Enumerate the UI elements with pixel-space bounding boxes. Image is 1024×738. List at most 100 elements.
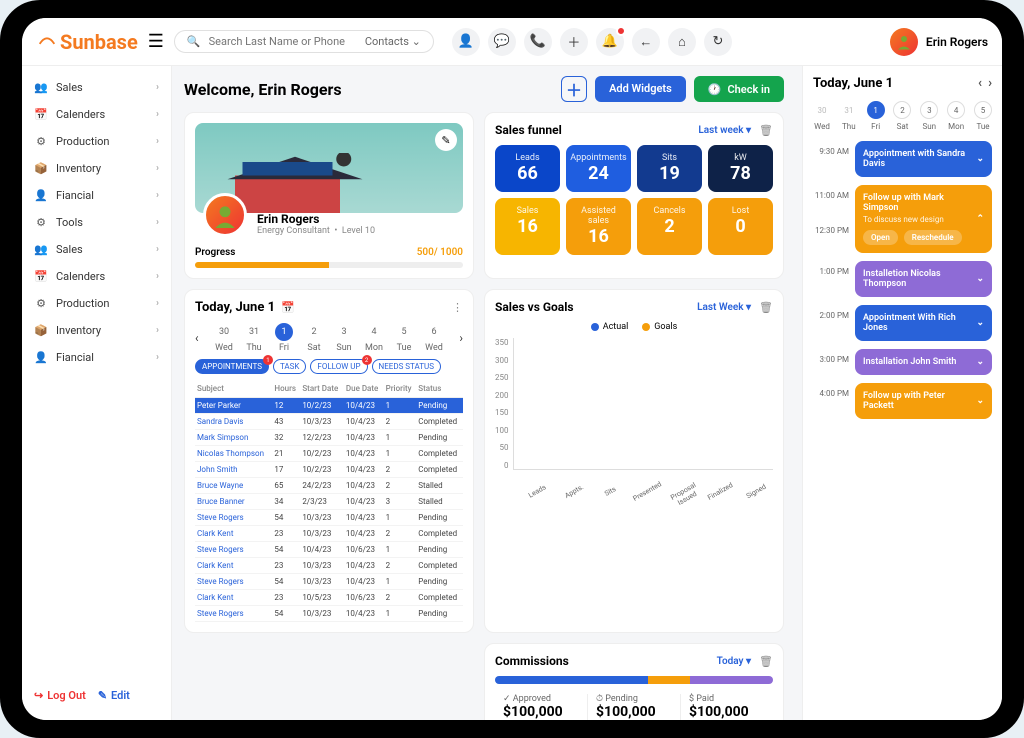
appointment-card[interactable]: Appointment with Sandra Davis⌄ — [855, 141, 992, 177]
appt-action-button[interactable]: Reschedule — [904, 230, 962, 245]
table-row[interactable]: Steve Rogers5410/4/2310/6/231Pending — [195, 542, 463, 558]
chat-icon[interactable]: 💬 — [488, 28, 516, 56]
table-row[interactable]: Sandra Davis4310/3/2310/4/232Completed — [195, 414, 463, 430]
rp-day[interactable]: 5Tue — [974, 101, 992, 131]
table-row[interactable]: Peter Parker1210/2/2310/4/231Pending — [195, 398, 463, 414]
sidebar-item[interactable]: ⚙Production› — [22, 128, 171, 155]
search-input[interactable] — [209, 35, 357, 48]
phone-icon[interactable]: 📞 — [524, 28, 552, 56]
table-row[interactable]: Steve Rogers5410/3/2310/4/231Pending — [195, 606, 463, 622]
sidebar-item[interactable]: 📅Calenders› — [22, 101, 171, 128]
filter-pill[interactable]: FOLLOW UP2 — [310, 359, 367, 374]
sidebar-item[interactable]: ⚙Tools› — [22, 209, 171, 236]
right-panel-title: Today, June 1 — [813, 76, 893, 91]
funnel-delete-icon[interactable]: 🗑 — [759, 124, 773, 137]
calendar-icon[interactable]: 📅 — [281, 301, 295, 314]
day-picker-item[interactable]: 4Mon — [362, 323, 386, 353]
day-picker-item[interactable]: 5Tue — [392, 323, 416, 353]
logout-button[interactable]: ↪ Log Out — [34, 689, 86, 702]
commissions-delete-icon[interactable]: 🗑 — [759, 655, 773, 668]
appointment-card[interactable]: Appointment With Rich Jones⌄ — [855, 305, 992, 341]
sidebar-icon: 👤 — [34, 189, 48, 202]
table-row[interactable]: Bruce Wayne6524/2/2310/4/232Stalled — [195, 478, 463, 494]
funnel-tile[interactable]: Leads66 — [495, 145, 560, 192]
sidebar-item[interactable]: 📦Inventory› — [22, 155, 171, 182]
rp-day[interactable]: 31Thu — [840, 101, 858, 131]
edit-illustration-icon[interactable]: ✎ — [435, 129, 457, 151]
funnel-tile[interactable]: Cancels2 — [637, 198, 702, 255]
appt-action-button[interactable]: Open — [863, 230, 898, 245]
sidebar-item[interactable]: 👤Fiancial› — [22, 344, 171, 371]
check-in-button[interactable]: 🕐 Check in — [694, 76, 784, 102]
appointment-card[interactable]: Follow up with Peter Packett⌄ — [855, 383, 992, 419]
table-row[interactable]: Mark Simpson3212/2/2310/4/231Pending — [195, 430, 463, 446]
appointment-card[interactable]: Follow up with Mark SimpsonTo discuss ne… — [855, 185, 992, 253]
sidebar-item[interactable]: 👥Sales› — [22, 74, 171, 101]
funnel-tile[interactable]: Sits19 — [637, 145, 702, 192]
edit-button[interactable]: ✎ Edit — [98, 689, 130, 702]
chevron-right-icon: › — [156, 298, 159, 309]
svg-range-select[interactable]: Last Week ▾ — [697, 302, 751, 313]
profile-role: Energy Consultant • Level 10 — [257, 226, 375, 236]
table-row[interactable]: Clark Kent2310/3/2310/4/232Completed — [195, 558, 463, 574]
table-row[interactable]: John Smith1710/2/2310/4/232Completed — [195, 462, 463, 478]
svg-delete-icon[interactable]: 🗑 — [759, 301, 773, 314]
bell-icon[interactable]: 🔔 — [596, 28, 624, 56]
day-picker-item[interactable]: 1Fri — [272, 323, 296, 353]
table-row[interactable]: Bruce Banner342/3/2310/4/233Stalled — [195, 494, 463, 510]
chevron-right-icon: › — [156, 136, 159, 147]
rp-day[interactable]: 4Mon — [947, 101, 965, 131]
refresh-icon[interactable]: ↻ — [704, 28, 732, 56]
funnel-tile[interactable]: Lost0 — [708, 198, 773, 255]
funnel-tile[interactable]: kW78 — [708, 145, 773, 192]
more-icon[interactable]: ⋮ — [452, 301, 463, 314]
day-picker-item[interactable]: 6Wed — [422, 323, 446, 353]
table-row[interactable]: Nicolas Thompson2110/2/2310/4/231Complet… — [195, 446, 463, 462]
sidebar-item[interactable]: 📦Inventory› — [22, 317, 171, 344]
day-picker-item[interactable]: 30Wed — [212, 323, 236, 353]
appt-time: 2:00 PM — [813, 305, 849, 320]
funnel-range-select[interactable]: Last week ▾ — [698, 125, 751, 136]
day-picker-item[interactable]: 2Sat — [302, 323, 326, 353]
profile-icon[interactable]: 👤 — [452, 28, 480, 56]
appointment-card[interactable]: Installetion Nicolas Thompson⌄ — [855, 261, 992, 297]
sidebar-item[interactable]: 👤Fiancial› — [22, 182, 171, 209]
current-user[interactable]: Erin Rogers — [890, 28, 988, 56]
table-row[interactable]: Clark Kent2310/5/2310/6/232Completed — [195, 590, 463, 606]
add-small-button[interactable]: ＋ — [561, 76, 587, 102]
search-bar[interactable]: 🔍 Contacts ⌄ — [174, 30, 434, 53]
funnel-tile[interactable]: Assisted sales16 — [566, 198, 631, 255]
filter-pill[interactable]: APPOINTMENTS1 — [195, 359, 269, 374]
sidebar-item[interactable]: 📅Calenders› — [22, 263, 171, 290]
table-row[interactable]: Steve Rogers5410/3/2310/4/231Pending — [195, 510, 463, 526]
table-row[interactable]: Clark Kent2310/3/2310/4/232Completed — [195, 526, 463, 542]
search-icon: 🔍 — [187, 35, 201, 48]
rp-next-icon[interactable]: › — [988, 76, 992, 91]
appointment-card[interactable]: Installation John Smith⌄ — [855, 349, 992, 375]
add-widgets-button[interactable]: Add Widgets — [595, 76, 686, 102]
filter-pill[interactable]: TASK — [273, 359, 306, 374]
funnel-tile[interactable]: Sales16 — [495, 198, 560, 255]
day-picker-item[interactable]: 31Thu — [242, 323, 266, 353]
back-icon[interactable]: ← — [632, 28, 660, 56]
sidebar-item[interactable]: ⚙Production› — [22, 290, 171, 317]
rp-day[interactable]: 30Wed — [813, 101, 831, 131]
rp-day[interactable]: 1Fri — [867, 101, 885, 131]
next-week-icon[interactable]: › — [459, 331, 463, 345]
table-row[interactable]: Steve Rogers5410/3/2310/4/231Pending — [195, 574, 463, 590]
rp-day[interactable]: 2Sat — [893, 101, 911, 131]
add-icon[interactable]: ＋ — [560, 28, 588, 56]
prev-week-icon[interactable]: ‹ — [195, 331, 199, 345]
sidebar-icon: 📦 — [34, 324, 48, 337]
search-filter-select[interactable]: Contacts ⌄ — [365, 35, 421, 48]
rp-day[interactable]: 3Sun — [920, 101, 938, 131]
filter-pill[interactable]: NEEDS STATUS — [372, 359, 441, 374]
sidebar-item[interactable]: 👥Sales› — [22, 236, 171, 263]
home-icon[interactable]: ⌂ — [668, 28, 696, 56]
funnel-tile[interactable]: Appointments24 — [566, 145, 631, 192]
menu-toggle-icon[interactable]: ☰ — [148, 31, 164, 52]
progress-value: 500/ 1000 — [417, 247, 463, 258]
rp-prev-icon[interactable]: ‹ — [978, 76, 982, 91]
day-picker-item[interactable]: 3Sun — [332, 323, 356, 353]
commissions-range-select[interactable]: Today ▾ — [717, 656, 751, 667]
